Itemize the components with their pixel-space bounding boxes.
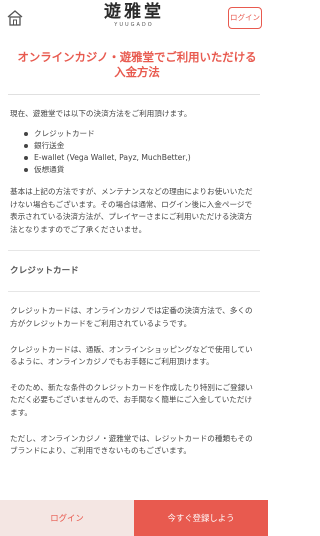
payment-methods-list: クレジットカード 銀行送金 E-wallet (Vega Wallet, Pay… (24, 128, 268, 176)
site-header: 遊雅堂 YUUGADO ログイン (0, 0, 268, 38)
list-item: 仮想通貨 (24, 164, 268, 176)
bottom-action-bar: ログイン 今すぐ登録しよう (0, 500, 268, 536)
list-item: クレジットカード (24, 128, 268, 140)
note-text: 基本は上記の方法ですが、メンテナンスなどの理由によりお使いいただけない場合もござ… (10, 187, 253, 234)
intro-text: 現在、遊雅堂では以下の決済方法をご利用頂けます。 (10, 109, 192, 118)
login-button[interactable]: ログイン (0, 500, 134, 536)
divider (8, 250, 260, 252)
page: 遊雅堂 YUUGADO ログイン オンラインカジノ・遊雅堂でご利用いただける入金… (0, 0, 268, 536)
list-item: E-wallet (Vega Wallet, Payz, MuchBetter,… (24, 152, 268, 164)
main-content: オンラインカジノ・遊雅堂でご利用いただける入金方法 現在、遊雅堂では以下の決済方… (0, 38, 268, 498)
section-title: クレジットカード (10, 266, 79, 277)
home-icon (7, 10, 23, 26)
paragraph: クレジットカードは、通販、オンラインショッピングなどで使用しているように、オンラ… (10, 344, 253, 367)
register-button[interactable]: 今すぐ登録しよう (134, 500, 268, 536)
paragraph: ただし、オンラインカジノ・遊雅堂では、レジットカードの種類もそのブランドにより、… (10, 433, 253, 456)
header-login-button[interactable]: ログイン (228, 7, 262, 29)
list-item: 銀行送金 (24, 140, 268, 152)
paragraph: そのため、新たな条件のクレジットカードを作成したり特別にご登録いただく必要もござ… (10, 382, 253, 417)
page-title: オンラインカジノ・遊雅堂でご利用いただける入金方法 (17, 50, 257, 79)
divider (8, 291, 260, 293)
logo-text: 遊雅堂 (104, 2, 164, 22)
site-logo[interactable]: 遊雅堂 YUUGADO (92, 2, 176, 29)
divider (8, 94, 260, 95)
home-button[interactable] (6, 9, 24, 27)
logo-subtext: YUUGADO (114, 22, 154, 28)
paragraph: クレジットカードは、オンラインカジノでは定番の決済方法で、多くの方がクレジットカ… (10, 306, 253, 328)
